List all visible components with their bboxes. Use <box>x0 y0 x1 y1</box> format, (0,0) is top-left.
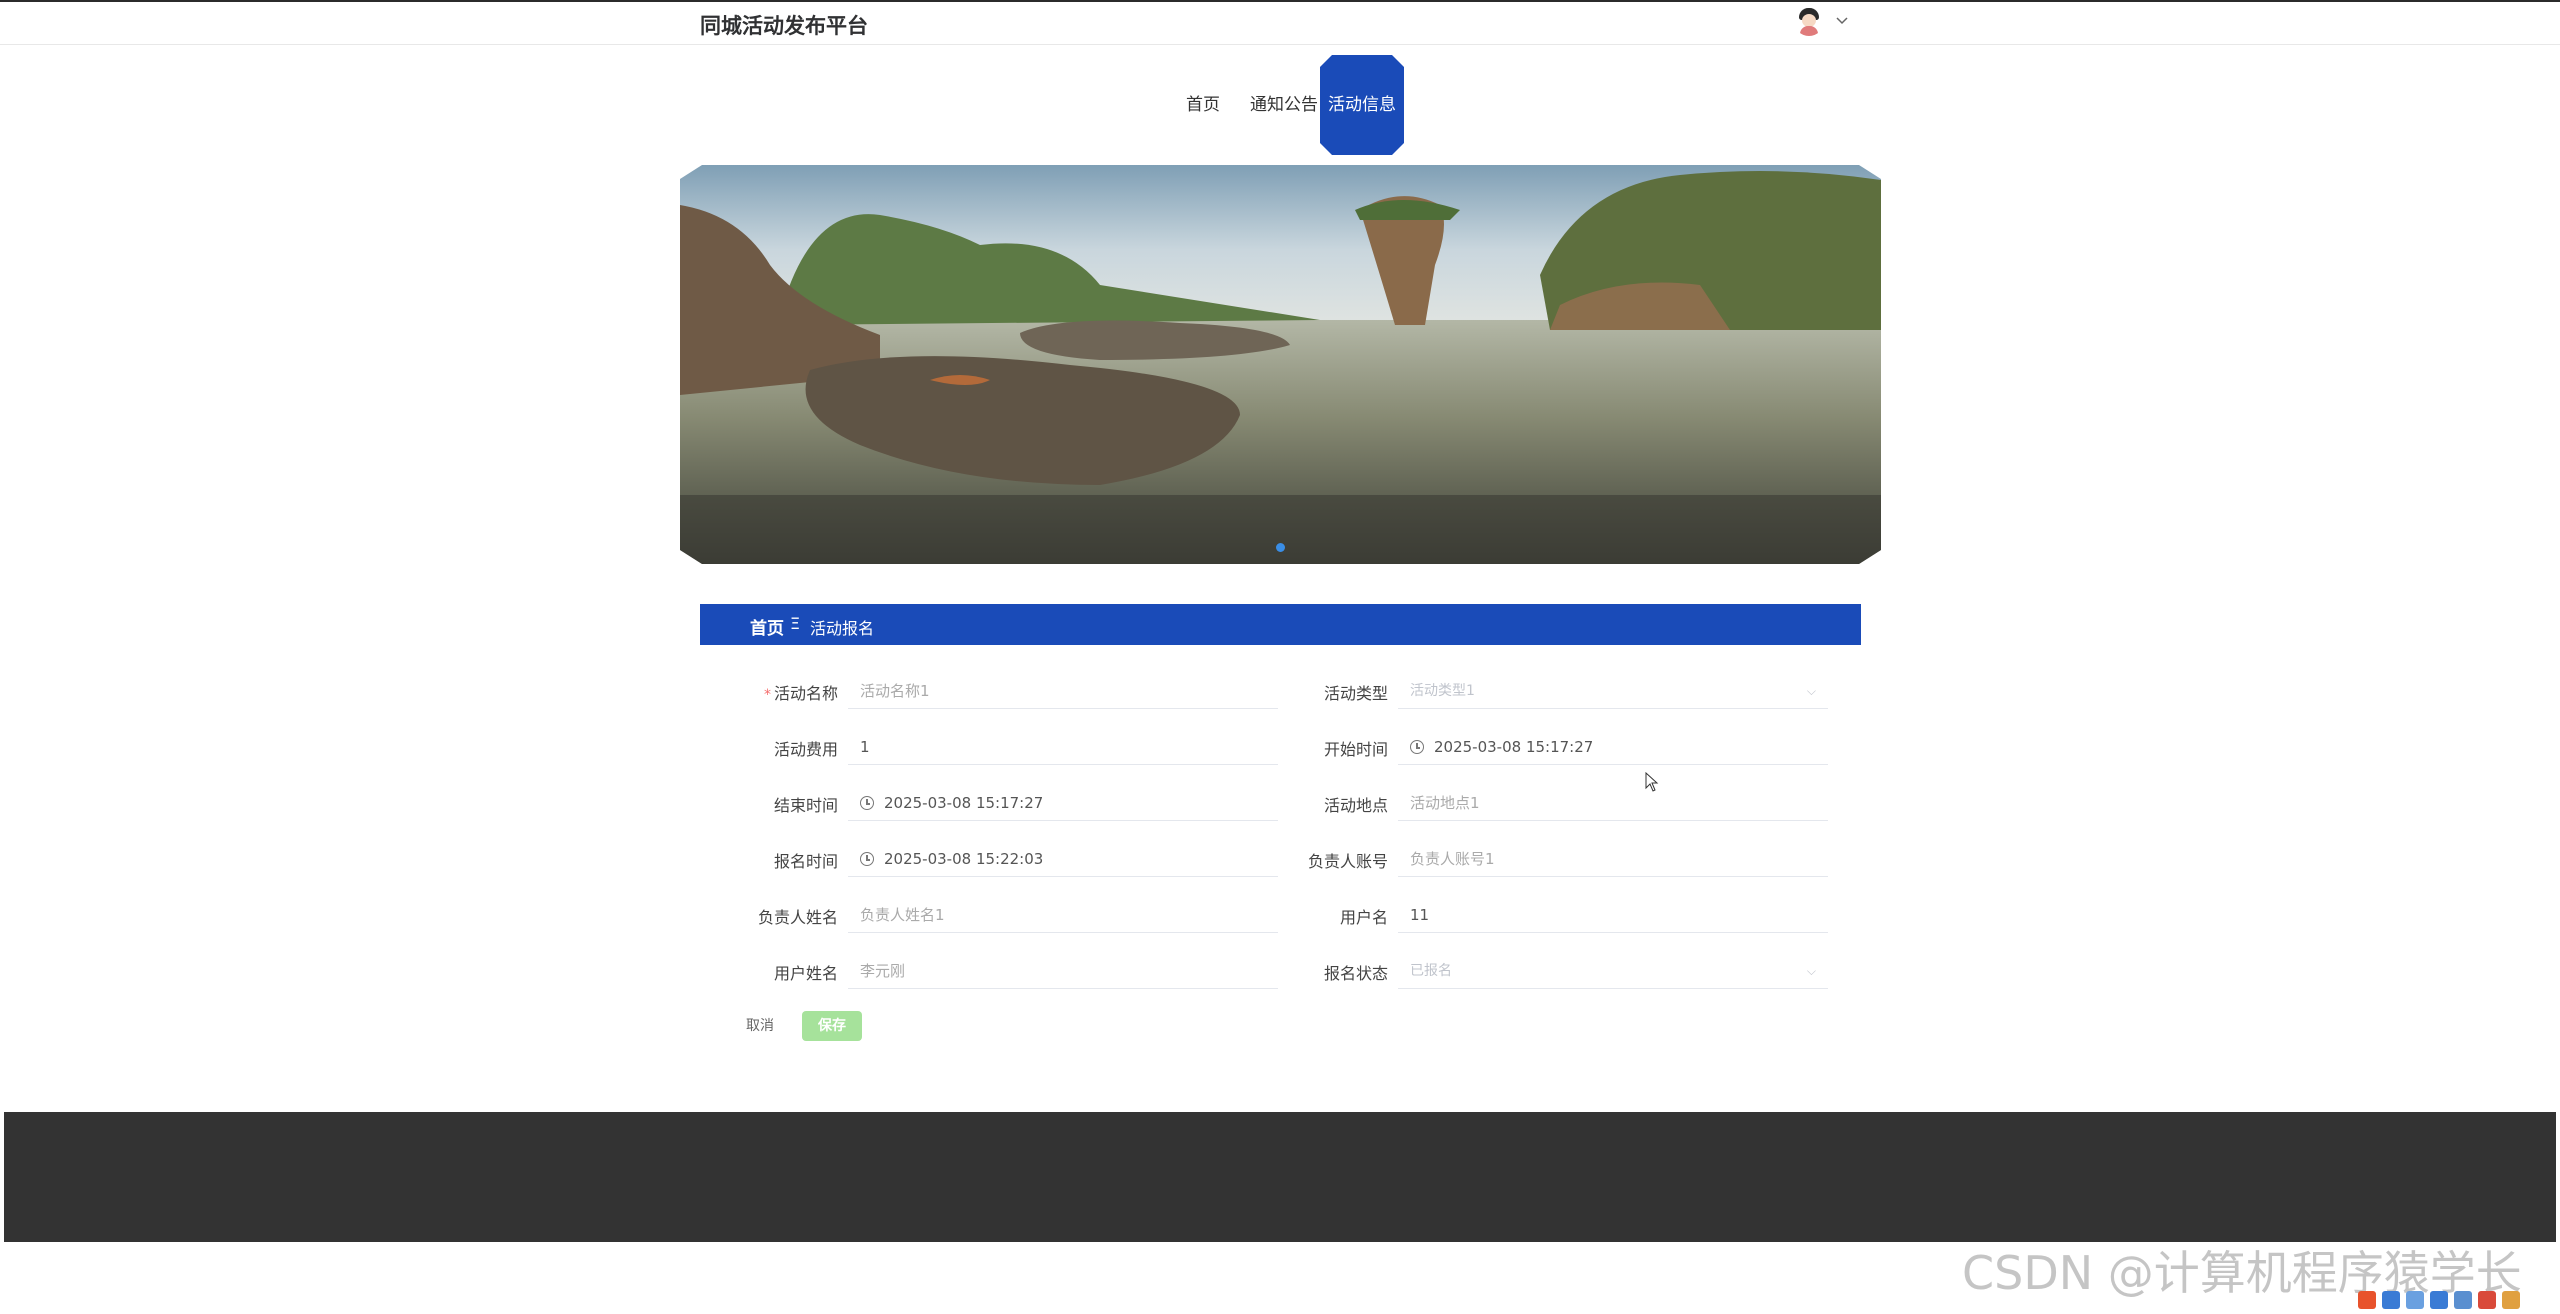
cancel-button[interactable]: 取消 <box>734 1012 786 1040</box>
start-time-label: 开始时间 <box>1323 740 1388 759</box>
activity-location-label: 活动地点 <box>1323 796 1388 815</box>
skin-icon[interactable] <box>2502 1291 2520 1309</box>
username-label: 用户名 <box>1339 908 1388 927</box>
nav-item-home[interactable]: 首页 <box>1178 55 1228 155</box>
page-footer <box>4 1112 2556 1242</box>
activity-fee-field[interactable]: 1 <box>848 729 1278 765</box>
user-realname-label: 用户姓名 <box>773 964 838 983</box>
carousel-indicator-dot[interactable] <box>1276 543 1285 552</box>
clock-icon <box>860 796 874 810</box>
start-time-picker[interactable]: 2025-03-08 15:17:27 <box>1398 729 1828 765</box>
system-tray <box>2358 1291 2520 1313</box>
breadcrumb-current: 活动报名 <box>810 619 875 638</box>
manager-name-field[interactable]: 负责人姓名1 <box>848 897 1278 933</box>
activity-fee-label: 活动费用 <box>773 740 838 759</box>
keyboard-icon[interactable] <box>2454 1291 2472 1309</box>
signup-time-picker[interactable]: 2025-03-08 15:22:03 <box>848 841 1278 877</box>
breadcrumb-home[interactable]: 首页 <box>750 614 784 639</box>
clock-icon <box>860 852 874 866</box>
clock-icon <box>1410 740 1424 754</box>
save-button[interactable]: 保存 <box>802 1011 862 1041</box>
signup-status-select[interactable]: 已报名 ⌵ <box>1398 953 1828 989</box>
username-field[interactable]: 11 <box>1398 897 1828 933</box>
mouse-cursor-icon <box>1645 772 1659 792</box>
signup-status-label: 报名状态 <box>1323 964 1388 983</box>
language-icon[interactable] <box>2382 1291 2400 1309</box>
banner-image <box>680 165 1881 564</box>
nav-item-notices[interactable]: 通知公告 <box>1242 55 1326 155</box>
banner-carousel[interactable] <box>680 165 1881 564</box>
punctuation-icon[interactable] <box>2406 1291 2424 1309</box>
breadcrumb: 首页 Ξ 活动报名 <box>700 604 1861 645</box>
input-method-icon[interactable] <box>2358 1291 2376 1309</box>
nav-item-activities[interactable]: 活动信息 <box>1320 55 1404 155</box>
activity-type-label: 活动类型 <box>1323 684 1388 703</box>
end-time-picker[interactable]: 2025-03-08 15:17:27 <box>848 785 1278 821</box>
signup-time-label: 报名时间 <box>773 852 838 871</box>
breadcrumb-separator: Ξ <box>790 614 801 633</box>
chevron-down-icon: ⌵ <box>1806 684 1816 698</box>
chevron-down-icon[interactable] <box>1834 10 1850 30</box>
activity-name-label: * 活动名称 <box>763 684 838 703</box>
site-title[interactable]: 同城活动发布平台 <box>700 10 868 40</box>
manager-account-field[interactable]: 负责人账号1 <box>1398 841 1828 877</box>
activity-location-field[interactable]: 活动地点1 <box>1398 785 1828 821</box>
activity-type-select[interactable]: 活动类型1 ⌵ <box>1398 673 1828 709</box>
top-border <box>0 0 2560 2</box>
chevron-down-icon: ⌵ <box>1806 964 1816 978</box>
manager-account-label: 负责人账号 <box>1307 852 1388 871</box>
user-realname-field[interactable]: 李元刚 <box>848 953 1278 989</box>
user-avatar-icon[interactable] <box>1794 6 1824 36</box>
end-time-label: 结束时间 <box>773 796 838 815</box>
microphone-icon[interactable] <box>2430 1291 2448 1309</box>
manager-name-label: 负责人姓名 <box>757 908 838 927</box>
activity-name-field[interactable]: 活动名称1 <box>848 673 1278 709</box>
gift-icon[interactable] <box>2478 1291 2496 1309</box>
top-header: 同城活动发布平台 <box>0 0 2560 45</box>
